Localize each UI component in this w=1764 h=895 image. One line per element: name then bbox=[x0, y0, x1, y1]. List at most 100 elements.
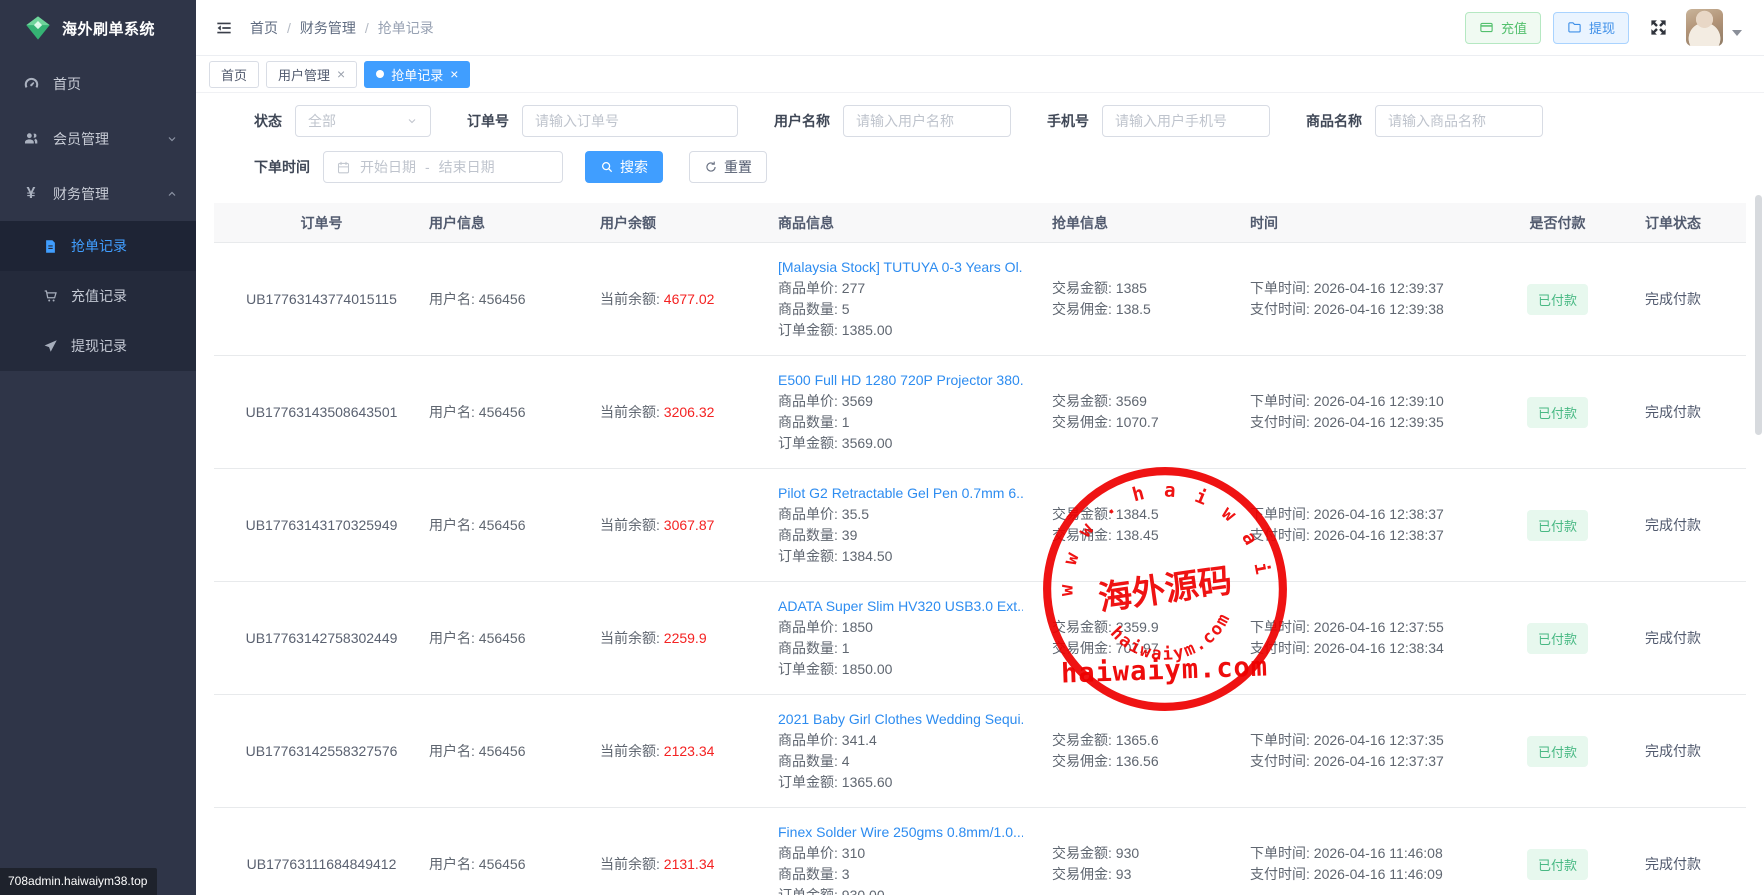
unit-price-label: 商品单价: bbox=[778, 393, 838, 409]
balance-value: 3067.87 bbox=[664, 517, 715, 533]
close-icon[interactable]: × bbox=[337, 67, 345, 81]
username-field bbox=[843, 105, 1011, 137]
cell-grab-info: 交易金额: 1384.5 交易佣金: 138.45 bbox=[1052, 504, 1250, 546]
menu-collapse-icon[interactable] bbox=[214, 18, 234, 38]
pay-time-value: 2026-04-16 12:37:37 bbox=[1314, 753, 1444, 769]
reset-button[interactable]: 重置 bbox=[689, 151, 767, 183]
product-link[interactable]: Pilot G2 Retractable Gel Pen 0.7mm 6... bbox=[778, 483, 1023, 504]
status-select[interactable]: 全部 bbox=[295, 105, 431, 137]
commission-line: 交易佣金: 93 bbox=[1052, 864, 1250, 885]
pay-time-label: 支付时间: bbox=[1250, 866, 1310, 882]
order-time-value: 2026-04-16 12:37:55 bbox=[1314, 619, 1444, 635]
table-row: UB17763143774015115 用户名: 456456 当前余额: 46… bbox=[214, 243, 1746, 356]
sidebar-item-withdraw-records[interactable]: 提现记录 bbox=[0, 321, 196, 371]
paid-badge: 已付款 bbox=[1527, 510, 1588, 541]
user-avatar[interactable] bbox=[1686, 9, 1723, 46]
tab-user-management[interactable]: 用户管理 × bbox=[266, 61, 357, 88]
trade-amount-value: 930 bbox=[1116, 845, 1139, 861]
trade-amount-label: 交易金额: bbox=[1052, 732, 1112, 748]
app-logo: 海外刷单系统 bbox=[0, 0, 196, 56]
cell-product-info: Pilot G2 Retractable Gel Pen 0.7mm 6... … bbox=[778, 483, 1052, 567]
product-name-field bbox=[1375, 105, 1543, 137]
order-no-input[interactable] bbox=[535, 113, 725, 129]
order-status-text: 完成付款 bbox=[1645, 856, 1701, 872]
tab-grab-records[interactable]: 抢单记录 × bbox=[364, 61, 470, 88]
product-link[interactable]: 2021 Baby Girl Clothes Wedding Sequi... bbox=[778, 709, 1023, 730]
search-button[interactable]: 搜索 bbox=[585, 151, 663, 183]
pay-time-value: 2026-04-16 12:38:37 bbox=[1314, 527, 1444, 543]
chevron-up-icon bbox=[166, 188, 178, 200]
cell-order-status: 完成付款 bbox=[1615, 741, 1731, 761]
cart-icon bbox=[42, 288, 59, 304]
cell-user-info: 用户名: 456456 bbox=[429, 515, 600, 535]
commission-value: 136.56 bbox=[1116, 753, 1159, 769]
breadcrumb-current: 抢单记录 bbox=[378, 18, 434, 38]
sidebar-item-recharge-records[interactable]: 充值记录 bbox=[0, 271, 196, 321]
quantity-line: 商品数量: 4 bbox=[778, 751, 1052, 772]
paid-badge: 已付款 bbox=[1527, 623, 1588, 654]
commission-line: 交易佣金: 1070.7 bbox=[1052, 412, 1250, 433]
content-area: 状态 全部 订单号 用户名称 bbox=[196, 93, 1764, 895]
quantity-label: 商品数量: bbox=[778, 414, 838, 430]
commission-value: 138.5 bbox=[1116, 301, 1151, 317]
date-range-picker[interactable]: 开始日期 - 结束日期 bbox=[323, 151, 563, 183]
order-amount-label: 订单金额: bbox=[778, 548, 838, 564]
user-value: 456456 bbox=[479, 856, 526, 872]
breadcrumb-separator: / bbox=[365, 20, 369, 36]
breadcrumb-finance[interactable]: 财务管理 bbox=[300, 18, 356, 38]
bank-card-icon bbox=[1479, 20, 1494, 35]
user-value: 456456 bbox=[479, 517, 526, 533]
order-time-label: 下单时间 bbox=[254, 157, 310, 177]
product-link[interactable]: E500 Full HD 1280 720P Projector 380... bbox=[778, 370, 1023, 391]
vertical-scrollbar[interactable] bbox=[1755, 195, 1762, 435]
tab-label: 用户管理 bbox=[278, 65, 330, 84]
user-menu-caret-icon[interactable] bbox=[1732, 30, 1742, 36]
product-link[interactable]: [Malaysia Stock] TUTUYA 0-3 Years Ol... bbox=[778, 257, 1023, 278]
app-title: 海外刷单系统 bbox=[62, 18, 155, 39]
sidebar-item-members[interactable]: 会员管理 bbox=[0, 111, 196, 166]
sidebar-item-grab-records[interactable]: 抢单记录 bbox=[0, 221, 196, 271]
product-link[interactable]: ADATA Super Slim HV320 USB3.0 Ext... bbox=[778, 596, 1023, 617]
cell-user-info: 用户名: 456456 bbox=[429, 402, 600, 422]
order-time-line: 下单时间: 2026-04-16 12:39:37 bbox=[1250, 278, 1500, 299]
user-label: 用户名: bbox=[429, 404, 475, 420]
withdraw-button[interactable]: 提现 bbox=[1553, 12, 1629, 44]
date-range-separator: - bbox=[425, 159, 430, 175]
unit-price-label: 商品单价: bbox=[778, 506, 838, 522]
phone-input[interactable] bbox=[1115, 113, 1257, 129]
users-icon bbox=[22, 130, 40, 147]
cell-product-info: 2021 Baby Girl Clothes Wedding Sequi... … bbox=[778, 709, 1052, 793]
quantity-line: 商品数量: 39 bbox=[778, 525, 1052, 546]
product-link[interactable]: Finex Solder Wire 250gms 0.8mm/1.0... bbox=[778, 822, 1023, 843]
sidebar-item-finance[interactable]: ¥ 财务管理 bbox=[0, 166, 196, 221]
username-input[interactable] bbox=[856, 113, 998, 129]
quantity-value: 3 bbox=[842, 866, 850, 882]
status-url-tooltip: 708admin.haiwaiym38.top bbox=[0, 868, 157, 895]
sidebar-item-label: 会员管理 bbox=[53, 129, 109, 149]
order-no-label: 订单号 bbox=[467, 111, 509, 131]
trade-amount-label: 交易金额: bbox=[1052, 506, 1112, 522]
product-name-input[interactable] bbox=[1388, 113, 1530, 129]
cell-paid: 已付款 bbox=[1500, 397, 1615, 428]
user-label: 用户名: bbox=[429, 630, 475, 646]
sidebar-item-label: 首页 bbox=[53, 74, 81, 94]
cell-product-info: E500 Full HD 1280 720P Projector 380... … bbox=[778, 370, 1052, 454]
quantity-line: 商品数量: 1 bbox=[778, 412, 1052, 433]
fullscreen-icon[interactable] bbox=[1649, 18, 1668, 37]
order-amount-label: 订单金额: bbox=[778, 887, 838, 895]
tab-home[interactable]: 首页 bbox=[209, 61, 259, 88]
close-icon[interactable]: × bbox=[450, 67, 458, 81]
recharge-button[interactable]: 充值 bbox=[1465, 12, 1541, 44]
table-row: UB17763143508643501 用户名: 456456 当前余额: 32… bbox=[214, 356, 1746, 469]
sidebar-item-home[interactable]: 首页 bbox=[0, 56, 196, 111]
trade-amount-value: 1385 bbox=[1116, 280, 1147, 296]
cell-time: 下单时间: 2026-04-16 11:46:08 支付时间: 2026-04-… bbox=[1250, 843, 1500, 885]
cell-paid: 已付款 bbox=[1500, 510, 1615, 541]
pay-time-line: 支付时间: 2026-04-16 11:46:09 bbox=[1250, 864, 1500, 885]
orders-table: 订单号 用户信息 用户余额 商品信息 抢单信息 时间 是否付款 订单状态 UB1… bbox=[214, 203, 1746, 895]
table-row: UB17763142758302449 用户名: 456456 当前余额: 22… bbox=[214, 582, 1746, 695]
paid-badge: 已付款 bbox=[1527, 397, 1588, 428]
document-icon bbox=[42, 239, 59, 254]
breadcrumb-home[interactable]: 首页 bbox=[250, 18, 278, 38]
col-grab-info: 抢单信息 bbox=[1052, 213, 1250, 233]
